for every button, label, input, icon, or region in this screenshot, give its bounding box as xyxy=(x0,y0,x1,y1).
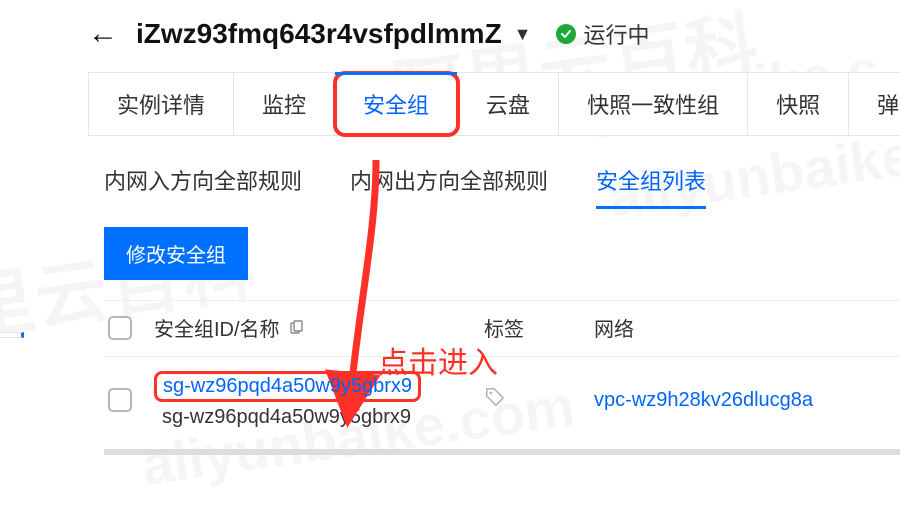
rail-item[interactable] xyxy=(0,332,24,338)
tab-snapshot-consistency[interactable]: 快照一致性组 xyxy=(559,73,748,135)
col-header-tag: 标签 xyxy=(484,313,594,342)
subtab-outbound-rules[interactable]: 内网出方向全部规则 xyxy=(350,164,548,209)
security-group-name: sg-wz96pqd4a50w9y5gbrx9 xyxy=(154,406,421,429)
modify-security-group-button[interactable]: 修改安全组 xyxy=(104,227,248,280)
status-label: 运行中 xyxy=(584,18,650,50)
tab-monitoring[interactable]: 监控 xyxy=(234,73,335,135)
security-group-table: 安全组ID/名称 标签 网络 sg-wz96pqd4a50w9y5gbrx9 s… xyxy=(104,300,900,455)
subtab-inbound-rules[interactable]: 内网入方向全部规则 xyxy=(104,164,302,209)
row-checkbox[interactable] xyxy=(108,388,132,412)
select-all-checkbox[interactable] xyxy=(108,316,132,340)
left-side-rail xyxy=(0,332,24,338)
tab-security-group[interactable]: 安全组 xyxy=(335,73,458,135)
tag-icon[interactable] xyxy=(484,386,506,408)
subtab-sg-list[interactable]: 安全组列表 xyxy=(596,164,706,209)
page-header: ← iZwz93fmq643r4vsfpdlmmZ ▼ 运行中 xyxy=(0,18,900,72)
main-tabs: 实例详情 监控 安全组 云盘 快照一致性组 快照 弹性 xyxy=(88,72,900,136)
security-group-id-link[interactable]: sg-wz96pqd4a50w9y5gbrx9 xyxy=(154,371,421,402)
chevron-down-icon[interactable]: ▼ xyxy=(514,24,532,45)
col-header-id: 安全组ID/名称 xyxy=(154,313,484,342)
tab-instance-details[interactable]: 实例详情 xyxy=(88,73,234,135)
vpc-link[interactable]: vpc-wz9h28kv26dlucg8a xyxy=(594,389,813,411)
copy-icon[interactable] xyxy=(288,320,304,336)
status-badge: 运行中 xyxy=(556,18,650,50)
tab-snapshot[interactable]: 快照 xyxy=(748,73,849,135)
table-row: sg-wz96pqd4a50w9y5gbrx9 sg-wz96pqd4a50w9… xyxy=(104,357,900,455)
tab-cloud-disk[interactable]: 云盘 xyxy=(458,73,559,135)
sub-tabs: 内网入方向全部规则 内网出方向全部规则 安全组列表 xyxy=(104,164,900,209)
back-arrow-icon[interactable]: ← xyxy=(88,19,118,49)
tab-elastic[interactable]: 弹性 xyxy=(849,73,900,135)
status-running-icon xyxy=(556,24,576,44)
instance-name: iZwz93fmq643r4vsfpdlmmZ xyxy=(136,18,502,50)
col-header-network: 网络 xyxy=(594,313,900,342)
table-header-row: 安全组ID/名称 标签 网络 xyxy=(104,300,900,357)
